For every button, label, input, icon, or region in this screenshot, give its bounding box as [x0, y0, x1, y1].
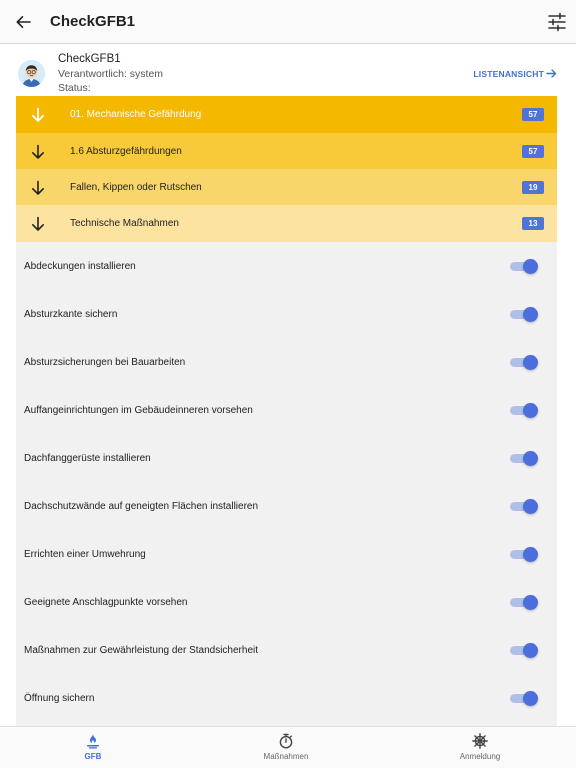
- list-item: Absturzkante sichern: [16, 290, 557, 338]
- list-item: Auffangeinrichtungen im Gebäudeinneren v…: [16, 386, 557, 434]
- arrow-left-icon: [16, 15, 31, 28]
- ship-wheel-icon: [472, 733, 488, 749]
- app-bar: CheckGFB1: [0, 0, 576, 44]
- arrow-right-icon: [546, 69, 557, 78]
- measure-toggle[interactable]: [510, 259, 538, 274]
- measure-label: Errichten einer Umwehrung: [24, 548, 146, 560]
- nav-item-gfb[interactable]: GFB: [43, 733, 143, 767]
- measure-toggle[interactable]: [510, 355, 538, 370]
- category-label: Fallen, Kippen oder Rutschen: [70, 182, 202, 193]
- count-badge: 19: [522, 181, 544, 194]
- count-badge: 57: [522, 145, 544, 158]
- measure-label: Absturzsicherungen bei Bauarbeiten: [24, 356, 186, 368]
- measure-label: Dachfanggerüste installieren: [24, 452, 151, 464]
- measure-label: Abdeckungen installieren: [24, 260, 136, 272]
- list-item: Dachfanggerüste installieren: [16, 434, 557, 482]
- status-text: Status:: [58, 82, 91, 94]
- list-item: Absturzsicherungen bei Bauarbeiten: [16, 338, 557, 386]
- nav-item-massnahmen[interactable]: Maßnahmen: [236, 733, 336, 767]
- measure-label: Dachschutzwände auf geneigten Flächen in…: [24, 500, 259, 512]
- arrow-down-icon: [28, 178, 48, 198]
- list-item: Dachschutzwände auf geneigten Flächen in…: [16, 482, 557, 530]
- tune-sliders-icon: [548, 12, 566, 32]
- measure-label: Geeignete Anschlagpunkte vorsehen: [24, 596, 188, 608]
- measure-toggle[interactable]: [510, 547, 538, 562]
- measure-label: Absturzkante sichern: [24, 308, 118, 320]
- check-name: CheckGFB1: [58, 53, 121, 65]
- list-view-label: LISTENANSICHT: [473, 68, 544, 79]
- arrow-down-icon: [28, 214, 48, 234]
- responsible-text: Verantwortlich: system: [58, 68, 164, 80]
- stopwatch-icon: [279, 733, 293, 749]
- category-row-level-2[interactable]: Fallen, Kippen oder Rutschen 19: [16, 169, 557, 206]
- measure-toggle[interactable]: [510, 691, 538, 706]
- list-item: Öffnung sichern: [16, 674, 557, 722]
- measure-toggle[interactable]: [510, 643, 538, 658]
- measure-label: Öffnung sichern: [24, 692, 95, 704]
- arrow-down-icon: [28, 142, 48, 162]
- measure-toggle[interactable]: [510, 403, 538, 418]
- list-item: Errichten einer Umwehrung: [16, 530, 557, 578]
- category-label: 01. Mechanische Gefährdung: [70, 109, 202, 120]
- back-button[interactable]: [12, 11, 34, 33]
- nav-label: GFB: [84, 752, 102, 761]
- category-label: Technische Maßnahmen: [70, 218, 179, 229]
- measure-toggle[interactable]: [510, 595, 538, 610]
- gfb-icon: [87, 734, 99, 749]
- category-row-level-0[interactable]: 01. Mechanische Gefährdung 57: [16, 96, 557, 133]
- category-row-level-3[interactable]: Technische Maßnahmen 13: [16, 205, 557, 242]
- category-row-level-1[interactable]: 1.6 Absturzgefährdungen 57: [16, 133, 557, 170]
- check-card: CheckGFB1 Verantwortlich: system Status:…: [16, 50, 557, 98]
- avatar: [18, 60, 45, 87]
- nav-label: Anmeldung: [459, 752, 501, 761]
- measure-toggle[interactable]: [510, 499, 538, 514]
- count-badge: 13: [522, 217, 544, 230]
- measures-list: Abdeckungen installieren Absturzkante si…: [16, 242, 557, 726]
- category-label: 1.6 Absturzgefährdungen: [70, 146, 182, 157]
- list-item: Geeignete Anschlagpunkte vorsehen: [16, 578, 557, 626]
- person-avatar-icon: [18, 60, 45, 87]
- page-title: CheckGFB1: [50, 13, 136, 30]
- bottom-navigation: GFB Maßnahmen Anmeldung: [0, 726, 576, 768]
- measure-toggle[interactable]: [510, 307, 538, 322]
- nav-item-anmeldung[interactable]: Anmeldung: [430, 733, 530, 767]
- list-item: Abdeckungen installieren: [16, 242, 557, 290]
- measure-label: Maßnahmen zur Gewährleistung der Standsi…: [24, 644, 259, 656]
- count-badge: 57: [522, 108, 544, 121]
- filter-button[interactable]: [546, 11, 568, 33]
- arrow-down-icon: [28, 105, 48, 125]
- nav-label: Maßnahmen: [263, 752, 309, 761]
- list-item: Maßnahmen zur Gewährleistung der Standsi…: [16, 626, 557, 674]
- measure-label: Auffangeinrichtungen im Gebäudeinneren v…: [24, 404, 253, 416]
- list-view-link[interactable]: LISTENANSICHT: [473, 68, 557, 79]
- measure-toggle[interactable]: [510, 451, 538, 466]
